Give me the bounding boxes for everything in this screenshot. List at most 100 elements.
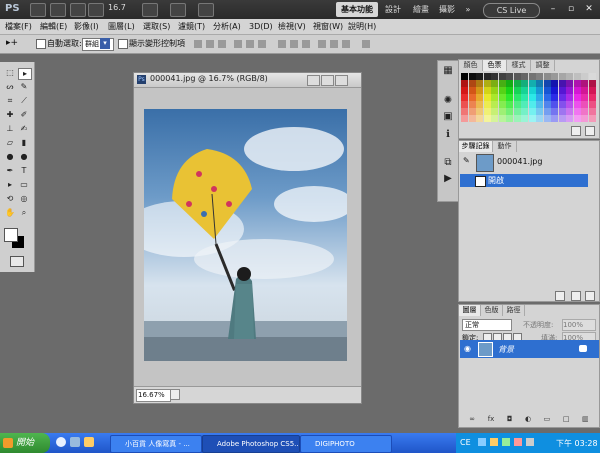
color-swatch[interactable]: [461, 115, 468, 122]
color-swatch[interactable]: [588, 80, 596, 87]
tab-layers[interactable]: 圖層: [459, 305, 481, 316]
3d-orbit-tool-icon[interactable]: ◎: [18, 194, 30, 204]
color-swatch[interactable]: [461, 87, 468, 94]
workspace-photography[interactable]: 攝影: [436, 2, 458, 17]
mini-bridge-icon[interactable]: [50, 3, 66, 17]
close-button[interactable]: ✕: [581, 2, 597, 16]
color-swatch[interactable]: [476, 73, 483, 80]
color-swatch[interactable]: [573, 87, 581, 94]
swatch-grid[interactable]: [461, 73, 597, 123]
color-swatch[interactable]: [468, 115, 476, 122]
color-swatch[interactable]: [551, 94, 558, 101]
color-swatch[interactable]: [543, 101, 551, 108]
color-swatch[interactable]: [581, 73, 588, 80]
color-swatch[interactable]: [513, 108, 521, 115]
tray-icon[interactable]: [514, 438, 522, 446]
color-swatch[interactable]: [536, 73, 543, 80]
ie-icon[interactable]: [56, 437, 66, 447]
color-swatch[interactable]: [468, 94, 476, 101]
color-swatch[interactable]: [491, 108, 498, 115]
document-titlebar[interactable]: Ps 000041.jpg @ 16.7% (RGB/8): [134, 73, 361, 88]
color-swatch[interactable]: [543, 108, 551, 115]
color-swatch[interactable]: [536, 87, 543, 94]
trash-icon[interactable]: [585, 126, 595, 136]
color-swatch[interactable]: [476, 115, 483, 122]
color-swatch[interactable]: [498, 87, 506, 94]
color-swatch[interactable]: [581, 115, 588, 122]
trash-icon[interactable]: [585, 291, 595, 301]
color-swatch[interactable]: [536, 115, 543, 122]
color-swatch[interactable]: [573, 73, 581, 80]
color-swatch[interactable]: [491, 87, 498, 94]
menu-analysis[interactable]: 分析(A): [213, 20, 241, 33]
history-step-row[interactable]: 開啟: [460, 174, 588, 187]
align-left-icon[interactable]: [234, 40, 242, 48]
color-swatch[interactable]: [581, 94, 588, 101]
quick-mask-icon[interactable]: [10, 256, 24, 267]
color-swatch[interactable]: [536, 94, 543, 101]
color-swatch[interactable]: [558, 101, 566, 108]
distribute-right-icon[interactable]: [342, 40, 350, 48]
color-swatch[interactable]: [573, 94, 581, 101]
color-swatch[interactable]: [506, 73, 513, 80]
photo-canvas[interactable]: [124, 109, 354, 399]
menu-help[interactable]: 說明(H): [348, 20, 376, 33]
color-swatch[interactable]: [528, 80, 536, 87]
color-swatch[interactable]: [581, 87, 588, 94]
color-swatch[interactable]: [461, 73, 468, 80]
color-swatch[interactable]: [521, 87, 528, 94]
color-swatch[interactable]: [566, 108, 573, 115]
color-swatch[interactable]: [551, 87, 558, 94]
dodge-tool-icon[interactable]: ●: [18, 152, 30, 162]
color-swatch[interactable]: [588, 115, 596, 122]
color-swatch[interactable]: [573, 108, 581, 115]
color-swatch[interactable]: [543, 115, 551, 122]
masks-panel-icon[interactable]: ▣: [442, 111, 454, 123]
color-swatch[interactable]: [536, 101, 543, 108]
adjustments-panel-icon[interactable]: ✺: [442, 95, 454, 107]
new-snapshot-icon[interactable]: [555, 291, 565, 301]
color-swatch[interactable]: [483, 87, 491, 94]
new-layer-icon[interactable]: □: [563, 415, 570, 425]
tray-icon[interactable]: [490, 438, 498, 446]
restore-button[interactable]: ▫: [563, 2, 579, 16]
cs-live-button[interactable]: CS Live: [483, 3, 540, 18]
distribute-left-icon[interactable]: [318, 40, 326, 48]
menu-filter[interactable]: 濾鏡(T): [178, 20, 205, 33]
color-swatch[interactable]: [528, 87, 536, 94]
color-swatch[interactable]: [588, 94, 596, 101]
color-swatch[interactable]: [558, 115, 566, 122]
workspace-design[interactable]: 設計: [382, 2, 404, 17]
layer-name[interactable]: 背景: [498, 344, 514, 355]
workspace-painting[interactable]: 繪畫: [410, 2, 432, 17]
color-swatch[interactable]: [483, 101, 491, 108]
task-digiphoto[interactable]: DIGIPHOTO: [300, 435, 392, 453]
color-swatch[interactable]: [506, 80, 513, 87]
color-swatch[interactable]: [566, 94, 573, 101]
color-swatch[interactable]: [476, 94, 483, 101]
color-swatch[interactable]: [483, 108, 491, 115]
color-swatch[interactable]: [551, 108, 558, 115]
color-swatch[interactable]: [521, 108, 528, 115]
color-swatch[interactable]: [528, 73, 536, 80]
menu-3d[interactable]: 3D(D): [249, 20, 273, 33]
link-layers-icon[interactable]: ∞: [469, 415, 475, 425]
color-swatch[interactable]: [558, 80, 566, 87]
layer-row[interactable]: ◉ 背景: [460, 340, 599, 358]
tab-actions[interactable]: 動作: [493, 141, 517, 152]
menu-file[interactable]: 檔案(F): [5, 20, 32, 33]
color-swatch[interactable]: [573, 80, 581, 87]
color-swatch[interactable]: [461, 94, 468, 101]
new-swatch-icon[interactable]: [571, 126, 581, 136]
extras-icon[interactable]: [142, 3, 158, 17]
zoom-tool-icon[interactable]: ⌕: [18, 208, 30, 218]
snapshot-thumbnail[interactable]: [476, 154, 494, 172]
color-swatch[interactable]: [498, 115, 506, 122]
auto-align-icon[interactable]: [362, 40, 370, 48]
align-hcenter-icon[interactable]: [246, 40, 254, 48]
zoom-tool-icon[interactable]: [88, 3, 104, 17]
color-swatch[interactable]: [521, 101, 528, 108]
color-swatch[interactable]: [543, 87, 551, 94]
color-swatch[interactable]: [513, 94, 521, 101]
align-right-icon[interactable]: [258, 40, 266, 48]
